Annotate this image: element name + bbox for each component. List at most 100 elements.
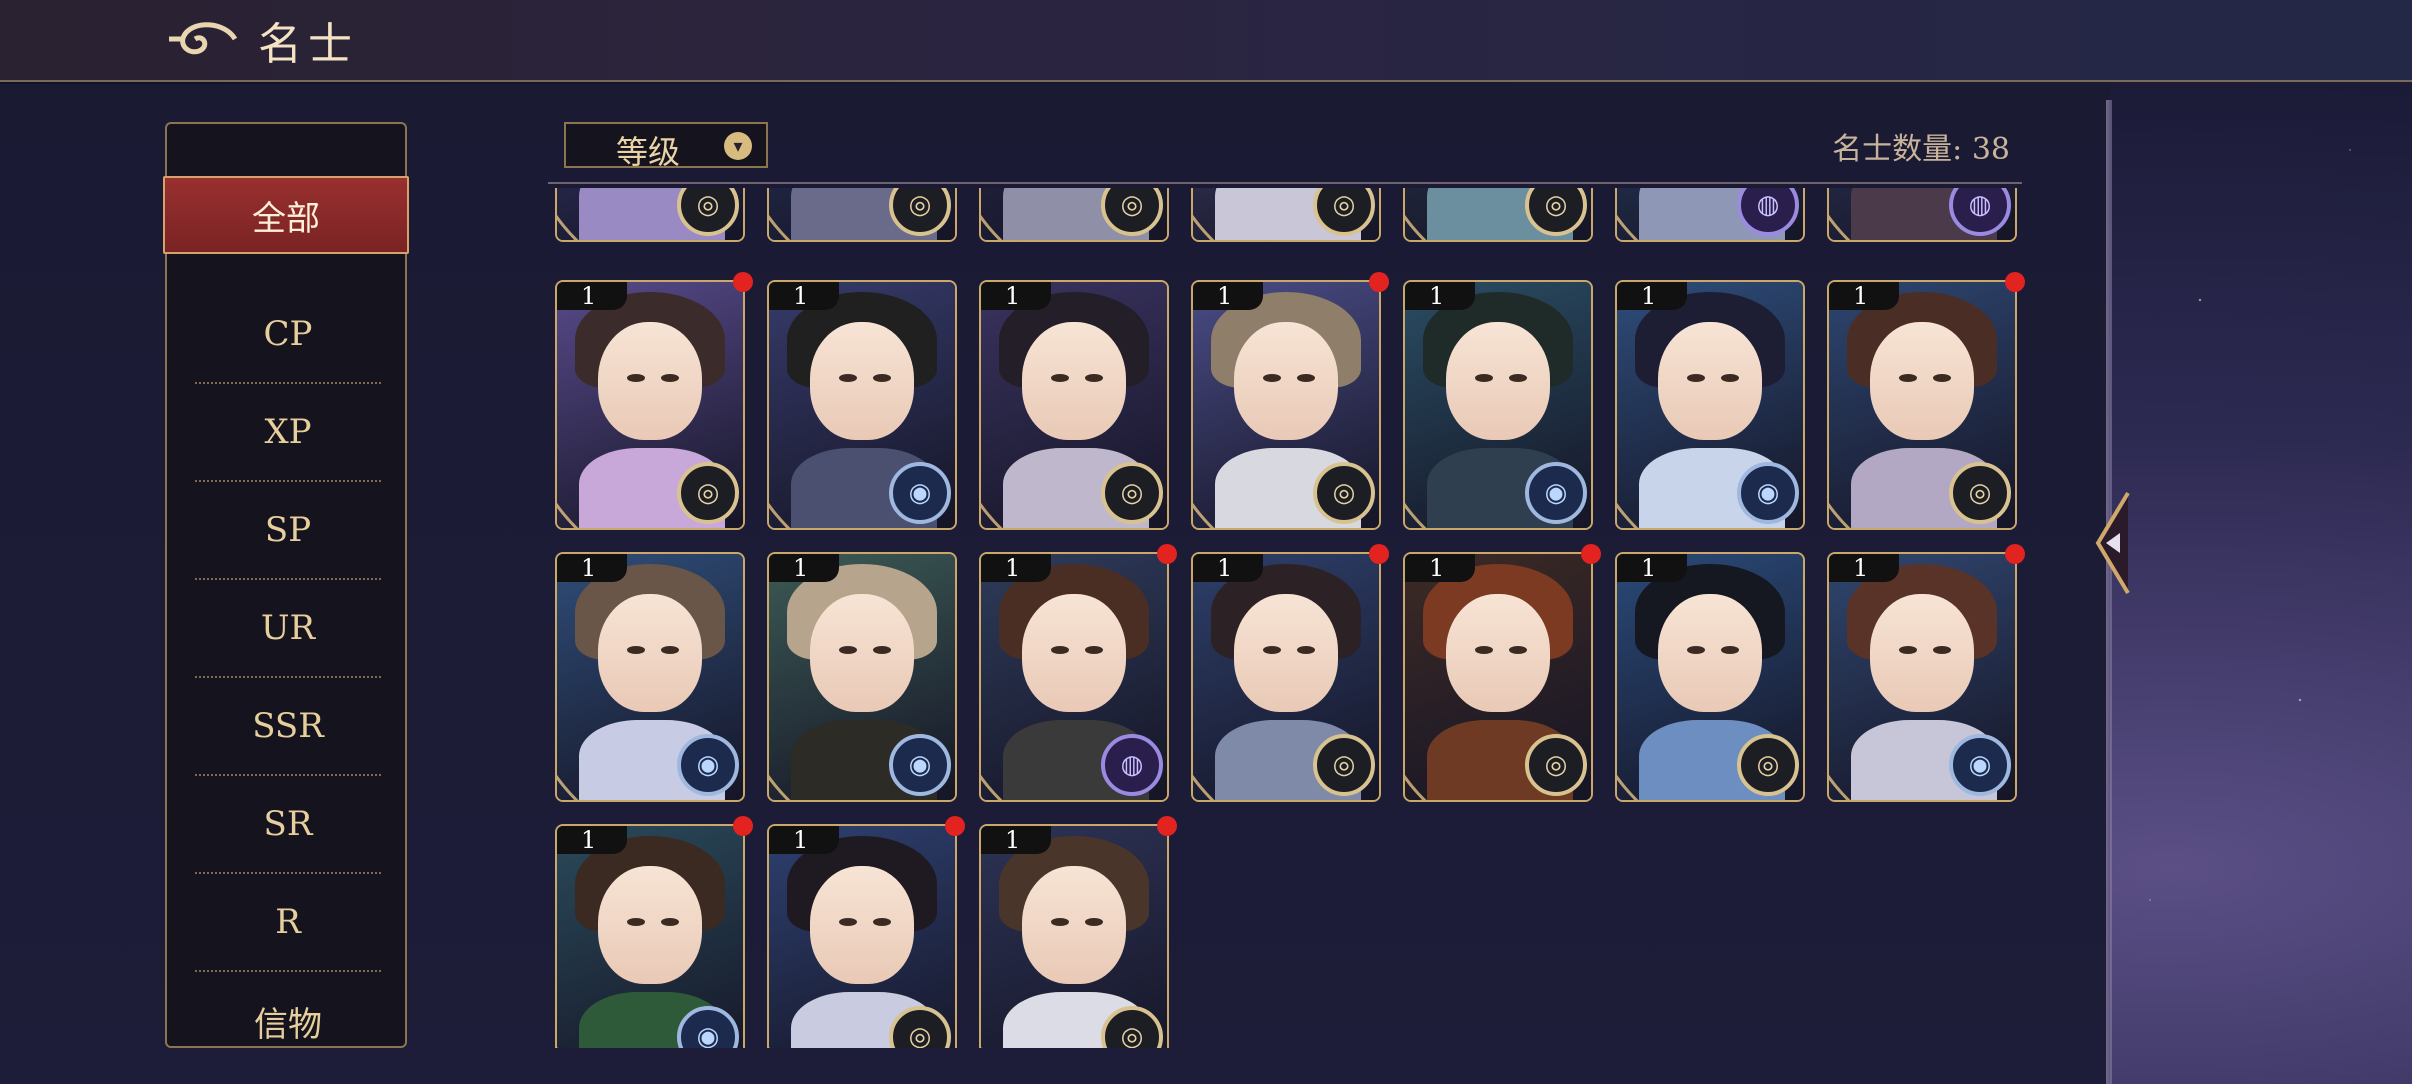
character-portrait xyxy=(1234,594,1338,712)
rarity-filter-sidebar: 全部 CP XP SP UR SSR SR R 信物 xyxy=(163,122,409,1048)
filter-tab-keepsake[interactable]: 信物 xyxy=(195,972,381,1070)
character-card[interactable]: 1 ◎ xyxy=(767,188,957,242)
filter-tab-all[interactable]: 全部 xyxy=(163,176,409,254)
level-label: 1 xyxy=(557,554,627,582)
character-card[interactable]: 1 ◉ xyxy=(555,816,753,1048)
notification-dot xyxy=(1157,544,1177,564)
faction-badge-icon: ◎ xyxy=(1313,734,1375,796)
notification-dot xyxy=(733,816,753,836)
character-portrait xyxy=(598,322,702,440)
sort-dropdown-label: 等级 xyxy=(616,133,681,171)
character-card[interactable]: 1 ◎ xyxy=(1615,552,1805,802)
notification-dot xyxy=(1369,544,1389,564)
level-label: 1 xyxy=(557,282,627,310)
character-portrait xyxy=(1658,594,1762,712)
character-portrait xyxy=(1022,866,1126,984)
filter-tab-sr[interactable]: SR xyxy=(195,776,381,874)
notification-dot xyxy=(733,272,753,292)
character-card[interactable]: 1 ◎ xyxy=(979,188,1169,242)
character-portrait xyxy=(1234,322,1338,440)
character-portrait xyxy=(1022,594,1126,712)
character-portrait xyxy=(598,594,702,712)
character-card[interactable]: 1 ◉ xyxy=(1615,280,1805,530)
character-card[interactable]: 1 ◎ xyxy=(1191,188,1381,242)
notification-dot xyxy=(1157,816,1177,836)
notification-dot xyxy=(1581,544,1601,564)
level-label: 1 xyxy=(1405,554,1475,582)
top-bar: 名士 xyxy=(0,0,2412,82)
filter-tab-ssr[interactable]: SSR xyxy=(195,678,381,776)
level-label: 1 xyxy=(1193,282,1263,310)
character-portrait xyxy=(1446,594,1550,712)
notification-dot xyxy=(1369,272,1389,292)
filter-tab-xp[interactable]: XP xyxy=(195,384,381,482)
faction-badge-icon: ◎ xyxy=(677,462,739,524)
filter-tab-cp[interactable]: CP xyxy=(195,286,381,384)
character-card[interactable]: 1 ◎ xyxy=(1191,544,1389,802)
level-label: 1 xyxy=(981,282,1051,310)
faction-badge-icon: ◉ xyxy=(1737,462,1799,524)
character-portrait xyxy=(598,866,702,984)
character-card[interactable]: 1 ◍ xyxy=(1615,188,1805,242)
character-card[interactable]: 1 ◉ xyxy=(767,552,957,802)
character-card-grid: 1 ◎ 1 ◎ 1 ◎ 1 ◎ xyxy=(545,188,2025,1048)
faction-badge-icon: ◉ xyxy=(889,734,951,796)
level-label: 1 xyxy=(557,826,627,854)
notification-dot xyxy=(2005,544,2025,564)
character-card[interactable]: 1 ◉ xyxy=(555,552,745,802)
character-portrait xyxy=(1446,322,1550,440)
faction-badge-icon: ◎ xyxy=(1313,462,1375,524)
faction-badge-icon: ◉ xyxy=(677,734,739,796)
character-card[interactable]: 1 ◎ xyxy=(1403,188,1593,242)
character-card[interactable]: 1 ◎ xyxy=(767,816,965,1048)
character-portrait xyxy=(1870,322,1974,440)
character-portrait xyxy=(810,866,914,984)
cloud-ornament-icon xyxy=(169,22,238,55)
character-portrait xyxy=(1658,322,1762,440)
chevron-down-icon: ▾ xyxy=(724,132,752,160)
character-portrait xyxy=(1870,594,1974,712)
character-portrait xyxy=(1022,322,1126,440)
character-card[interactable]: 1 ◎ xyxy=(979,816,1177,1048)
level-label: 1 xyxy=(1193,554,1263,582)
level-label: 1 xyxy=(769,282,839,310)
character-card[interactable]: 1 ◎ xyxy=(979,280,1169,530)
sort-dropdown[interactable]: 等级 ▾ xyxy=(564,122,768,171)
level-label: 1 xyxy=(1829,282,1899,310)
filter-tab-sp[interactable]: SP xyxy=(195,482,381,580)
character-card[interactable]: 1 ◎ xyxy=(555,188,745,242)
character-card[interactable]: 1 ◉ xyxy=(1827,544,2025,802)
faction-badge-icon: ◎ xyxy=(1737,734,1799,796)
toolbar-divider xyxy=(548,182,2022,184)
notification-dot xyxy=(2005,272,2025,292)
faction-badge-icon: ◎ xyxy=(1949,462,2011,524)
character-count: 名士数量: 38 xyxy=(1832,132,2010,167)
character-card[interactable]: 1 ◍ xyxy=(1827,188,2017,242)
level-label: 1 xyxy=(981,554,1051,582)
level-label: 1 xyxy=(1617,282,1687,310)
character-card[interactable]: 1 ◎ xyxy=(1827,272,2025,530)
level-label: 1 xyxy=(1829,554,1899,582)
character-card[interactable]: 1 ◉ xyxy=(767,280,957,530)
character-portrait xyxy=(810,594,914,712)
character-card[interactable]: 1 ◎ xyxy=(555,272,753,530)
character-card[interactable]: 1 ◎ xyxy=(1403,544,1601,802)
filter-tab-ur[interactable]: UR xyxy=(195,580,381,678)
faction-badge-icon: ◍ xyxy=(1101,734,1163,796)
faction-badge-icon: ◉ xyxy=(1949,734,2011,796)
level-label: 1 xyxy=(1617,554,1687,582)
page-title: 名士 xyxy=(258,19,358,70)
faction-badge-icon: ◉ xyxy=(889,462,951,524)
level-label: 1 xyxy=(1405,282,1475,310)
character-card[interactable]: 1 ◍ xyxy=(979,544,1177,802)
character-card[interactable]: 1 ◉ xyxy=(1403,280,1593,530)
faction-badge-icon: ◎ xyxy=(1101,462,1163,524)
expand-panel-arrow-icon[interactable] xyxy=(2088,488,2138,598)
faction-badge-icon: ◉ xyxy=(1525,462,1587,524)
notification-dot xyxy=(945,816,965,836)
character-card[interactable]: 1 ◎ xyxy=(1191,272,1389,530)
level-label: 1 xyxy=(769,554,839,582)
filter-tab-r[interactable]: R xyxy=(195,874,381,972)
character-portrait xyxy=(810,322,914,440)
faction-badge-icon: ◎ xyxy=(1525,734,1587,796)
